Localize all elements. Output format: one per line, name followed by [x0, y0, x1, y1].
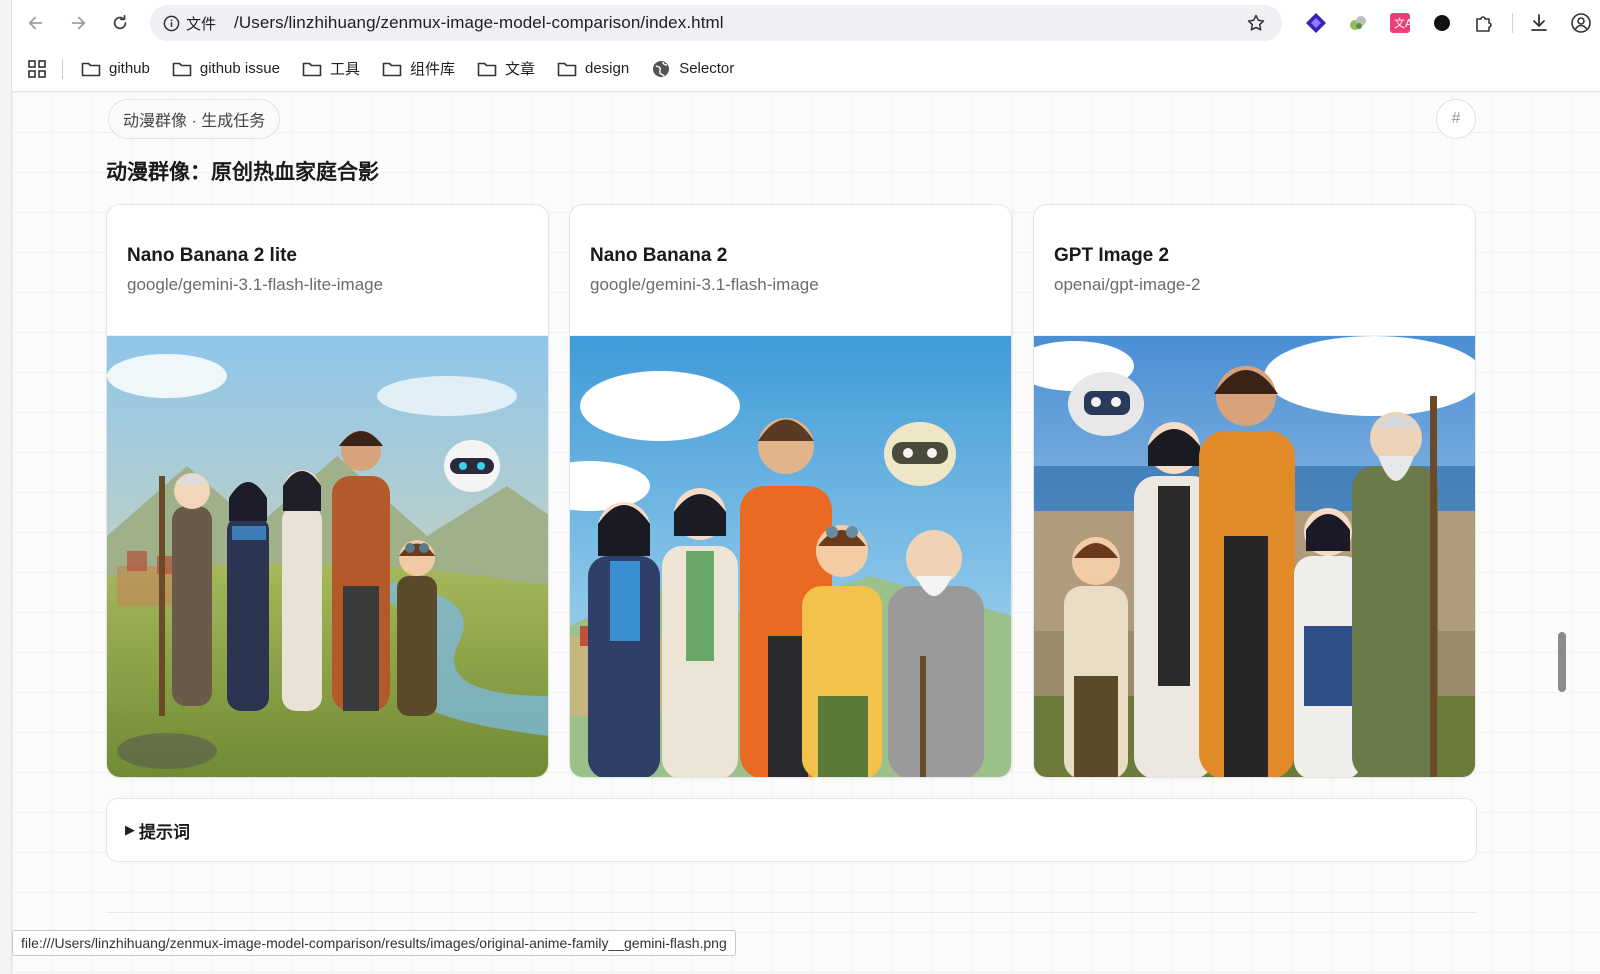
bookmark-github-issue[interactable]: github issue — [172, 60, 280, 78]
back-button[interactable] — [22, 9, 50, 37]
extensions-area: 文A — [1302, 8, 1600, 38]
bookmark-label: 组件库 — [409, 61, 455, 78]
bookmark-selector[interactable]: Selector — [651, 59, 734, 79]
section-divider — [106, 912, 1477, 913]
toolbar-separator — [1512, 13, 1513, 33]
section-title: 动漫群像：原创热血家庭合影 — [106, 161, 379, 184]
model-id: google/gemini-3.1-flash-lite-image — [127, 275, 384, 294]
model-name: Nano Banana 2 lite — [127, 245, 297, 266]
model-name: Nano Banana 2 — [590, 245, 728, 266]
scrollbar-thumb[interactable] — [1558, 632, 1566, 692]
download-icon[interactable] — [1525, 9, 1553, 37]
bookmark-label: Selector — [679, 60, 735, 77]
address-bar[interactable]: 文件 /Users/linzhihuang/zenmux-image-model… — [150, 5, 1282, 41]
arrow-right-icon — [71, 16, 86, 30]
window-edge — [0, 0, 12, 974]
info-icon[interactable] — [162, 14, 180, 32]
url-text[interactable]: /Users/linzhihuang/zenmux-image-model-co… — [234, 13, 724, 33]
scheme-label: 文件 — [186, 15, 217, 33]
bookmark-label: github issue — [199, 60, 280, 77]
bookmarks-separator — [62, 58, 63, 79]
bookmark-components[interactable]: 组件库 — [382, 58, 455, 79]
forward-button[interactable] — [64, 9, 92, 37]
link-status-bar: file:///Users/linzhihuang/zenmux-image-m… — [12, 930, 736, 956]
extension-dot-icon[interactable] — [1428, 9, 1456, 37]
folder-icon — [557, 62, 577, 76]
model-id: google/gemini-3.1-flash-image — [590, 275, 819, 294]
folder-icon — [81, 62, 101, 76]
extensions-puzzle-icon[interactable] — [1470, 9, 1498, 37]
browser-toolbar: 文件 /Users/linzhihuang/zenmux-image-model… — [12, 0, 1600, 46]
card-header — [1034, 205, 1475, 336]
model-id: openai/gpt-image-2 — [1054, 275, 1201, 294]
task-pill: 动漫群像 · 生成任务 — [108, 99, 281, 139]
model-name: GPT Image 2 — [1054, 245, 1170, 266]
page-content: 动漫群像 · 生成任务 # 动漫群像：原创热血家庭合影 Nano Banana … — [12, 92, 1600, 974]
bookmarks-bar: github github issue 工具 组件库 文章 design Sel… — [12, 46, 1600, 92]
prompt-toggle-label: 提示词 — [139, 822, 190, 842]
generated-image[interactable] — [107, 336, 549, 778]
disclosure-triangle-icon: ▶ — [125, 822, 135, 837]
bookmark-label: design — [584, 60, 630, 77]
svg-text:文A: 文A — [1394, 16, 1411, 30]
extension-puzzle-color-icon[interactable] — [1344, 9, 1372, 37]
bookmark-tools[interactable]: 工具 — [302, 58, 360, 79]
bookmark-label: 工具 — [329, 61, 360, 78]
reload-icon — [113, 14, 127, 30]
bookmark-star-icon[interactable] — [1246, 13, 1266, 33]
profile-icon[interactable] — [1567, 9, 1595, 37]
card-header — [107, 205, 548, 336]
anchor-link-button[interactable]: # — [1436, 99, 1476, 139]
extension-translate-icon[interactable]: 文A — [1386, 9, 1414, 37]
bookmark-label: github — [109, 60, 150, 77]
bookmark-articles[interactable]: 文章 — [477, 58, 535, 79]
model-card-nano-banana-2-lite: Nano Banana 2 lite google/gemini-3.1-fla… — [106, 204, 549, 778]
globe-icon — [653, 60, 670, 77]
generated-image[interactable] — [1034, 336, 1476, 778]
extension-diamond-icon[interactable] — [1302, 9, 1330, 37]
bookmark-github[interactable]: github — [81, 60, 150, 78]
bookmark-design[interactable]: design — [557, 60, 629, 78]
model-card-nano-banana-2: Nano Banana 2 google/gemini-3.1-flash-im… — [569, 204, 1012, 778]
generated-image[interactable] — [570, 336, 1012, 778]
apps-grid-icon[interactable] — [26, 58, 48, 80]
arrow-left-icon — [28, 16, 43, 30]
bookmark-label: 文章 — [504, 61, 535, 78]
prompt-disclosure[interactable]: ▶ 提示词 — [106, 798, 1477, 862]
folder-icon — [477, 62, 497, 76]
folder-icon — [172, 62, 192, 76]
folder-icon — [302, 62, 322, 76]
model-card-gpt-image-2: GPT Image 2 openai/gpt-image-2 — [1033, 204, 1476, 778]
card-header — [570, 205, 1011, 336]
folder-icon — [382, 62, 402, 76]
reload-button[interactable] — [106, 9, 134, 37]
